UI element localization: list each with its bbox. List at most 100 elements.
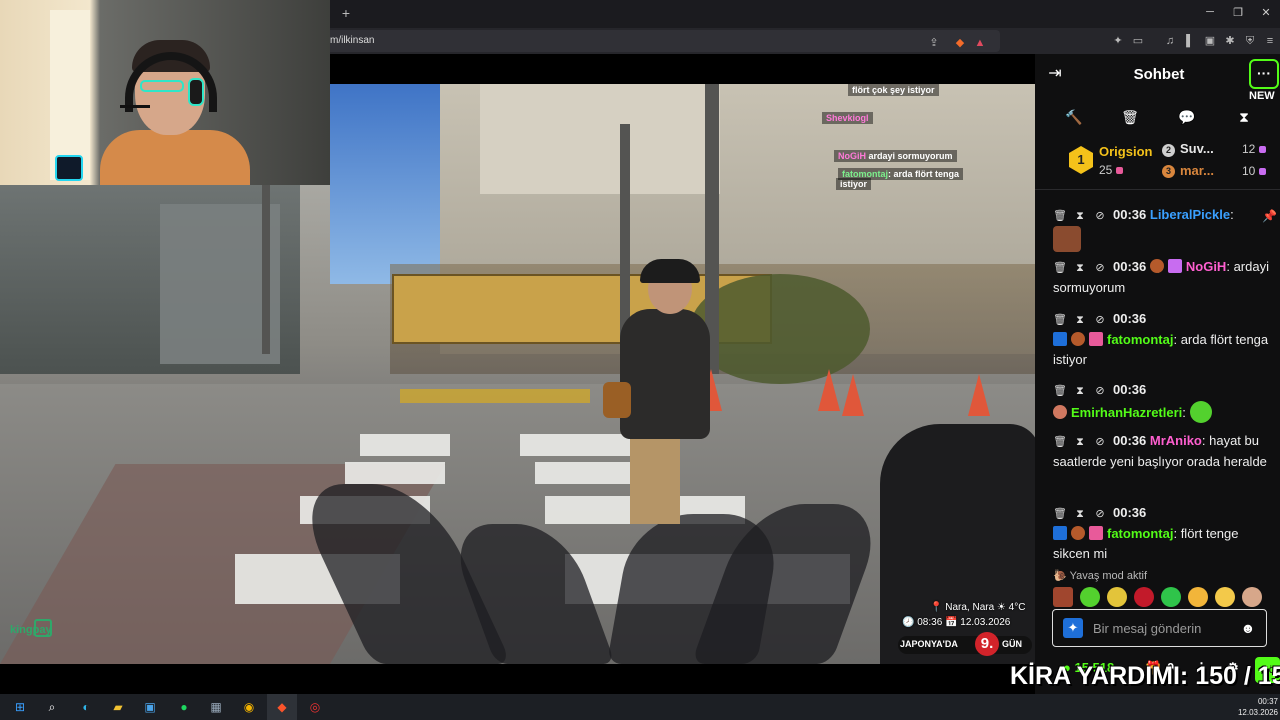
url-field[interactable]: m/ilkinsan ⇪ ◆ ▲ — [300, 30, 1000, 52]
banner-day-label: GÜN — [1002, 639, 1022, 649]
message-username[interactable]: LiberalPickle — [1150, 207, 1230, 222]
rank-2-badge: 2 — [1162, 144, 1175, 157]
spotify-icon[interactable]: ● — [175, 698, 193, 716]
app-icon[interactable]: ▣ — [141, 698, 159, 716]
ban-icon[interactable]: ⊘ — [1093, 258, 1107, 278]
mod-toolbar: 🔨 🗑 💬 ⧗ — [1035, 102, 1280, 130]
windows-start-icon[interactable]: ⊞ — [11, 698, 29, 716]
video-building-top — [480, 84, 720, 194]
message-time: 00:36 — [1113, 207, 1147, 222]
message-username[interactable]: MrAniko — [1150, 433, 1202, 448]
leaderboard-name-1[interactable]: Origsion — [1099, 144, 1152, 159]
traffic-cone — [842, 374, 864, 416]
webcam-light — [55, 155, 83, 181]
screen: + ─ ❐ ✕ m/ilkinsan ⇪ ◆ ▲ ✦ ▭ ♫ ▌ ▣ ✱ ⛨ ≡ — [0, 0, 1280, 720]
timeout-icon[interactable]: ⧗ — [1073, 206, 1087, 226]
ban-icon[interactable]: ⊘ — [1093, 310, 1107, 330]
ban-icon[interactable]: ⊘ — [1093, 206, 1107, 226]
hourglass-icon[interactable]: ⧗ — [1235, 108, 1253, 126]
calculator-icon[interactable]: ▦ — [207, 698, 225, 716]
ban-icon[interactable]: ⊘ — [1093, 381, 1107, 401]
chat-bubble-icon[interactable]: 💬 — [1178, 108, 1196, 126]
sidebar-icon[interactable]: ▭ — [1131, 34, 1145, 48]
slow-mode-status: 🐌 Yavaş mod aktif — [1053, 570, 1148, 582]
chat-message: 🗑 ⧗ ⊘ 00:36 LiberalPickle: — [1053, 205, 1275, 252]
reader-icon[interactable]: ▌ — [1183, 34, 1197, 48]
subscriber-badge-icon — [1167, 259, 1182, 273]
collapse-chat-icon[interactable]: ⇥ — [1045, 64, 1065, 84]
ban-icon[interactable]: ⊘ — [1093, 504, 1107, 524]
restore-icon[interactable]: ❐ — [1231, 6, 1245, 19]
leaderboard-name-3[interactable]: mar... — [1180, 163, 1214, 178]
menu-icon[interactable]: ≡ — [1263, 34, 1277, 48]
gift-icon — [1259, 168, 1266, 175]
message-username[interactable]: EmirhanHazretleri — [1071, 405, 1182, 420]
new-tab-button[interactable]: + — [338, 5, 354, 21]
puzzle-icon[interactable]: ✱ — [1223, 34, 1237, 48]
brave-icon[interactable]: ◆ — [273, 698, 291, 716]
leaderboard-name-2[interactable]: Suv... — [1180, 141, 1214, 156]
webcam-overlay — [0, 0, 330, 185]
message-time: 00:36 — [1113, 433, 1147, 448]
chat-message-list[interactable]: 📌 🗑 ⧗ ⊘ 00:36 LiberalPickle: 🗑 ⧗ ⊘ 00:36 NoGiH… — [1035, 199, 1280, 562]
emote-icon[interactable] — [1188, 587, 1208, 607]
emote-icon[interactable] — [1053, 587, 1073, 607]
chat-input-box[interactable]: ✦ ☻ — [1052, 609, 1267, 647]
emote-icon[interactable] — [1215, 587, 1235, 607]
message-username[interactable]: fatomontaj — [1107, 526, 1173, 541]
timeout-icon[interactable]: ⧗ — [1073, 258, 1087, 278]
trash-icon[interactable]: 🗑 — [1121, 108, 1139, 126]
edge-icon[interactable]: ◐ — [77, 698, 95, 716]
timeout-icon[interactable]: ⧗ — [1073, 381, 1087, 401]
message-username[interactable]: fatomontaj — [1107, 332, 1173, 347]
wallet-icon[interactable]: ▣ — [1203, 34, 1217, 48]
message-username[interactable]: NoGiH — [1186, 259, 1226, 274]
url-text: m/ilkinsan — [330, 35, 375, 46]
video-pole — [262, 184, 270, 354]
vpn-icon[interactable]: ⛨ — [1243, 34, 1257, 48]
day-banner: JAPONYA'DA 9. GÜN — [898, 632, 1032, 656]
file-explorer-icon[interactable]: ▰ — [109, 698, 127, 716]
emote-icon[interactable] — [1242, 587, 1262, 607]
clock-date: 12.03.2026 — [1237, 708, 1278, 717]
emote-icon — [1189, 401, 1212, 423]
hammer-icon[interactable]: 🔨 — [1065, 108, 1083, 126]
rewards-icon[interactable]: ▲ — [973, 36, 987, 50]
overlay-chat-line: flört çok şey istiyor — [848, 84, 939, 96]
minimize-icon[interactable]: ─ — [1203, 6, 1217, 18]
emote-icon[interactable] — [1161, 587, 1181, 607]
microphone-icon — [120, 105, 150, 108]
leaderboard-count-1: 25 — [1099, 163, 1123, 177]
chat-more-button[interactable]: ··· — [1249, 59, 1279, 89]
emote-icon[interactable] — [1080, 587, 1100, 607]
emote-icon[interactable] — [1134, 587, 1154, 607]
close-icon[interactable]: ✕ — [1259, 6, 1273, 19]
delete-message-icon[interactable]: 🗑 — [1053, 432, 1067, 452]
media-icon[interactable]: ♫ — [1163, 34, 1177, 48]
system-clock[interactable]: 00:37 12.03.2026 — [1232, 696, 1280, 718]
timeout-icon[interactable]: ⧗ — [1073, 310, 1087, 330]
windows-taskbar: ⊞ ⌕ ◐ ▰ ▣ ● ▦ ◉ ◆ ◎ 00:37 12.03.2026 — [0, 694, 1280, 720]
delete-message-icon[interactable]: 🗑 — [1053, 504, 1067, 524]
delete-message-icon[interactable]: 🗑 — [1053, 258, 1067, 278]
extensions-icon[interactable]: ✦ — [1111, 34, 1125, 48]
kick-badge-icon[interactable]: ✦ — [1063, 618, 1083, 638]
search-icon[interactable]: ⌕ — [43, 698, 61, 716]
timeout-icon[interactable]: ⧗ — [1073, 504, 1087, 524]
chat-message-input[interactable] — [1093, 618, 1233, 638]
ban-icon[interactable]: ⊘ — [1093, 432, 1107, 452]
video-foreground-person — [880, 424, 1035, 664]
chat-panel: ⇥ Sohbet ··· NEW 🔨 🗑 💬 ⧗ 1 Origsion 25 2… — [1035, 54, 1280, 694]
obs-icon[interactable]: ◎ — [306, 698, 324, 716]
delete-message-icon[interactable]: 🗑 — [1053, 206, 1067, 226]
emote-icon[interactable] — [1107, 587, 1127, 607]
timeout-icon[interactable]: ⧗ — [1073, 432, 1087, 452]
delete-message-icon[interactable]: 🗑 — [1053, 381, 1067, 401]
emoji-picker-icon[interactable]: ☻ — [1239, 619, 1257, 637]
video-pedestrian-hat — [640, 259, 700, 283]
share-icon[interactable]: ⇪ — [927, 36, 941, 50]
user-badge-icon — [1053, 405, 1067, 419]
delete-message-icon[interactable]: 🗑 — [1053, 310, 1067, 330]
chrome-icon[interactable]: ◉ — [240, 698, 258, 716]
brave-shield-icon[interactable]: ◆ — [953, 36, 967, 50]
